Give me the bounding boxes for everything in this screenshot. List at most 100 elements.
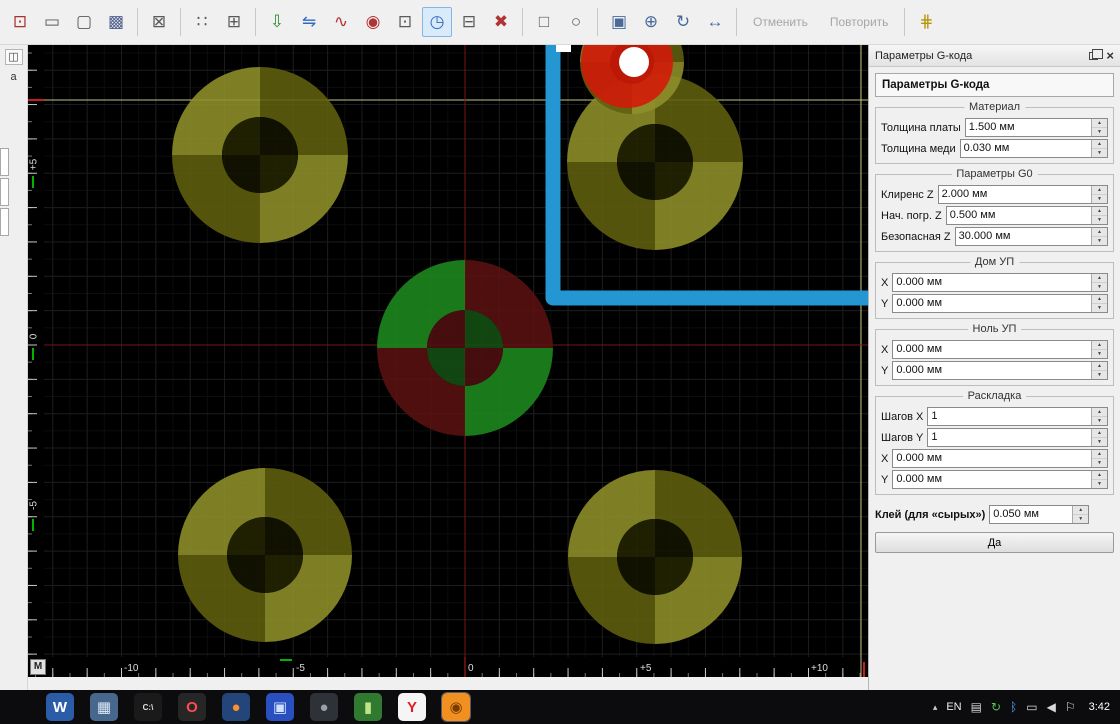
spin-field[interactable]: 0.000 мм ▲ ▼ — [892, 449, 1108, 468]
ok-button[interactable]: Да — [875, 532, 1114, 553]
spin-field[interactable]: 0.000 мм ▲ ▼ — [892, 361, 1108, 380]
region-fill-tool[interactable]: ▩ — [101, 7, 131, 37]
spin-up-button[interactable]: ▲ — [1092, 140, 1107, 149]
close-panel-icon[interactable]: × — [1106, 49, 1114, 62]
rect-select-tool[interactable]: ▭ — [37, 7, 67, 37]
terminal-app-icon[interactable]: C:\ — [134, 693, 162, 721]
spin-field[interactable]: 0.050 мм ▲ ▼ — [989, 505, 1090, 524]
spin-down-button[interactable]: ▼ — [1092, 128, 1107, 136]
float-panel-icon[interactable] — [1089, 48, 1104, 60]
hidden-icons-chevron[interactable]: ▴ — [933, 702, 938, 713]
spin-down-button[interactable]: ▼ — [1092, 438, 1107, 446]
dashed-select-tool[interactable]: ▢ — [69, 7, 99, 37]
firefox-app-icon[interactable]: ● — [222, 693, 250, 721]
tray-display-icon[interactable]: ▭ — [1026, 700, 1037, 714]
wordpad-app-icon[interactable]: W — [46, 693, 74, 721]
keyboard-layout-indicator[interactable]: EN — [946, 701, 961, 713]
workspace-canvas[interactable]: -10 -5 0 +5 +10 +5 0 -5 M — [28, 45, 868, 677]
select-frame-tool[interactable]: ⊡ — [5, 7, 35, 37]
delete-node-tool[interactable]: ✖ — [486, 7, 516, 37]
spin-down-button[interactable]: ▼ — [1092, 237, 1107, 245]
bounds-tool[interactable]: ⊡ — [390, 7, 420, 37]
spin-field[interactable]: 30.000 мм ▲ ▼ — [954, 227, 1108, 246]
spin-field[interactable]: 0.000 мм ▲ ▼ — [892, 340, 1108, 359]
grid-snap-tool[interactable]: ∷ — [187, 7, 217, 37]
dock-panel-icon[interactable]: ◫ — [4, 49, 23, 65]
yandex-app-icon[interactable]: Y — [398, 693, 426, 721]
mirror-tool[interactable]: ⇋ — [294, 7, 324, 37]
docked-tab[interactable] — [0, 178, 9, 206]
cam-app-icon[interactable]: ◉ — [441, 692, 471, 722]
import-tool[interactable]: ⇩ — [262, 7, 292, 37]
clear-selection-tool[interactable]: ⊠ — [144, 7, 174, 37]
opera-app-icon[interactable]: O — [178, 693, 206, 721]
tray-bluetooth-icon[interactable]: ᛒ — [1010, 700, 1017, 714]
tray-volume-icon[interactable]: ◀ — [1047, 700, 1056, 714]
save-app-icon[interactable]: ▣ — [266, 693, 294, 721]
tray-update-icon[interactable]: ↻ — [991, 700, 1001, 714]
spin-field[interactable]: 1 ▲ ▼ — [927, 407, 1108, 426]
path-tool[interactable]: ∿ — [326, 7, 356, 37]
spin-down-button[interactable]: ▼ — [1092, 459, 1107, 467]
docked-tab[interactable] — [0, 208, 9, 236]
spin-field[interactable]: 1.500 мм ▲ ▼ — [964, 118, 1108, 137]
panel-titlebar[interactable]: Параметры G-кода × — [869, 45, 1120, 67]
drill-marks-tool[interactable]: ◉ — [358, 7, 388, 37]
spin-down-button[interactable]: ▼ — [1092, 350, 1107, 358]
spin-up-button[interactable]: ▲ — [1092, 228, 1107, 237]
docked-panel-tab-label[interactable]: а — [6, 71, 22, 83]
spin-up-button[interactable]: ▲ — [1092, 408, 1107, 417]
spin-down-button[interactable]: ▼ — [1092, 304, 1107, 312]
spin-field[interactable]: 0.000 мм ▲ ▼ — [892, 294, 1108, 313]
spin-value: 1.500 мм — [968, 121, 1015, 133]
spin-up-button[interactable]: ▲ — [1092, 429, 1107, 438]
tray-keyboard-icon[interactable]: ▤ — [971, 700, 982, 714]
square-primitive-tool[interactable]: □ — [529, 7, 559, 37]
spin-up-button[interactable]: ▲ — [1092, 450, 1107, 459]
tray-flag-icon[interactable]: ⚐ — [1065, 700, 1076, 714]
spin-field[interactable]: 0.500 мм ▲ ▼ — [945, 206, 1108, 225]
docked-tab[interactable] — [0, 148, 9, 176]
spin-down-button[interactable]: ▼ — [1092, 480, 1107, 488]
spin-up-button[interactable]: ▲ — [1092, 471, 1107, 480]
spin-down-button[interactable]: ▼ — [1092, 371, 1107, 379]
spin-up-button[interactable]: ▲ — [1092, 295, 1107, 304]
spin-field[interactable]: 0.000 мм ▲ ▼ — [892, 273, 1108, 292]
spin-down-button[interactable]: ▼ — [1092, 149, 1107, 157]
spin-down-button[interactable]: ▼ — [1092, 216, 1107, 224]
spin-down-button[interactable]: ▼ — [1092, 417, 1107, 425]
spin-field[interactable]: 1 ▲ ▼ — [927, 428, 1108, 447]
spin-up-button[interactable]: ▲ — [1092, 274, 1107, 283]
mill-preview-tool[interactable]: ◷ — [422, 7, 452, 37]
spin-up-button[interactable]: ▲ — [1092, 341, 1107, 350]
undo-button[interactable]: Отменить — [743, 7, 818, 37]
rotate-object-tool[interactable]: ↻ — [668, 7, 698, 37]
grid-settings-tool[interactable]: ⊞ — [219, 7, 249, 37]
bottle-app-icon[interactable]: ▮ — [354, 693, 382, 721]
spin-up-button[interactable]: ▲ — [1092, 119, 1107, 128]
circle-primitive-tool[interactable]: ○ — [561, 7, 591, 37]
spin-field[interactable]: 0.000 мм ▲ ▼ — [892, 470, 1108, 489]
engrave-grid-tool[interactable]: ⋕ — [911, 7, 941, 37]
sphere-app-icon[interactable]: ● — [310, 693, 338, 721]
calculator-app-icon[interactable]: ▦ — [90, 693, 118, 721]
spin-up-button[interactable]: ▲ — [1092, 362, 1107, 371]
spin-down-button[interactable]: ▼ — [1073, 515, 1089, 523]
gcode-table-tool[interactable]: ⊟ — [454, 7, 484, 37]
redo-button[interactable]: Повторить — [820, 7, 899, 37]
taskbar-clock[interactable]: 3:42 — [1089, 701, 1110, 713]
spin-down-button[interactable]: ▼ — [1092, 195, 1107, 203]
spin-up-button[interactable]: ▲ — [1092, 186, 1107, 195]
toolbar-separator — [180, 8, 181, 36]
spin-up-button[interactable]: ▲ — [1092, 207, 1107, 216]
toolbar-separator — [522, 8, 523, 36]
measure-units-button[interactable]: M — [30, 659, 46, 675]
spin-field[interactable]: 2.000 мм ▲ ▼ — [937, 185, 1108, 204]
add-object-tool[interactable]: ⊕ — [636, 7, 666, 37]
spin-up-button[interactable]: ▲ — [1073, 506, 1089, 515]
toolbar-separator — [904, 8, 906, 36]
copy-object-tool[interactable]: ▣ — [604, 7, 634, 37]
spin-down-button[interactable]: ▼ — [1092, 283, 1107, 291]
flip-object-tool[interactable]: ↔ — [700, 7, 730, 37]
spin-field[interactable]: 0.030 мм ▲ ▼ — [959, 139, 1108, 158]
